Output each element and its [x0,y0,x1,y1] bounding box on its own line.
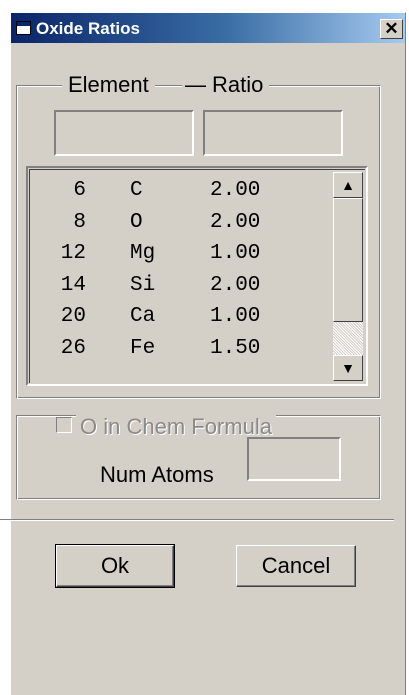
element-symbol: C [130,179,143,202]
close-button[interactable]: ✕ [380,19,403,39]
ratio-value: 1.00 [210,242,261,265]
list-item[interactable]: 26 Fe 1.50 [30,334,330,366]
ratio-value: 1.00 [210,305,261,328]
list-item[interactable]: 20 Ca 1.00 [30,302,330,334]
ratio-input[interactable] [203,110,343,156]
divider [0,519,394,521]
element-symbol: Mg [130,242,156,265]
element-symbol: Ca [130,305,156,328]
element-ratio-list[interactable]: 6 C 2.00 8 O 2.00 12 Mg 1.00 14 Si 2.00 20 Ca 1.00 26 Fe… [26,166,368,386]
window-icon [16,21,31,35]
ratio-value: 2.00 [210,273,261,297]
atomic-number: 6 [73,179,86,202]
scroll-thumb[interactable] [333,198,363,322]
o-in-chem-formula-checkbox[interactable] [56,417,72,433]
element-input[interactable] [54,110,194,156]
cancel-button[interactable]: Cancel [236,545,356,587]
o-in-chem-formula-label: O in Chem Formula [76,414,276,440]
ratio-value: 2.00 [210,179,261,202]
list-scrollbar[interactable]: ▲ ▼ [333,172,363,381]
scroll-up-icon[interactable]: ▲ [333,172,363,198]
atomic-number: 20 [60,305,86,328]
list-item[interactable]: 12 Mg 1.00 [30,239,330,271]
title-bar[interactable]: Oxide Ratios ✕ [11,13,405,43]
ratio-value: 1.50 [210,336,261,360]
list-item[interactable]: 8 O 2.00 [30,208,330,240]
element-header: Element [62,72,155,98]
list-item[interactable]: 6 C 2.00 [30,176,330,208]
list-item[interactable]: 14 Si 2.00 [30,271,330,303]
element-symbol: Fe [130,336,156,360]
ratio-header: Ratio [206,72,270,98]
ok-button[interactable]: Ok [55,544,175,588]
element-symbol: O [130,210,143,234]
num-atoms-label: Num Atoms [100,462,214,487]
num-atoms-input[interactable] [247,437,341,481]
atomic-number: 26 [60,336,86,360]
ratio-value: 2.00 [210,210,261,234]
atomic-number: 12 [60,242,86,265]
element-symbol: Si [130,273,156,297]
scroll-down-icon[interactable]: ▼ [333,355,363,381]
atomic-number: 8 [73,210,86,234]
window-title: Oxide Ratios [36,19,140,38]
atomic-number: 14 [60,273,86,297]
